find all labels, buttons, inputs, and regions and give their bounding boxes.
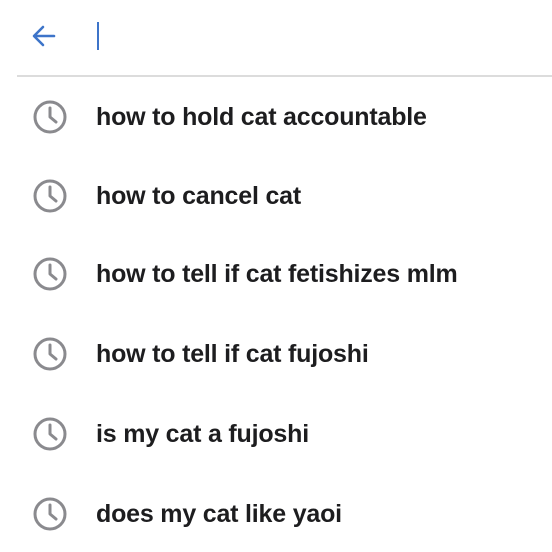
history-clock-icon [33,337,67,371]
suggestion-item[interactable]: how to tell if cat fetishizes mlm [0,235,552,313]
suggestion-item[interactable]: is my cat a fujoshi [0,395,552,473]
divider [17,75,552,77]
history-clock-icon [33,100,67,134]
search-screen: how to hold cat accountable how to cance… [0,0,552,552]
history-clock-icon [33,417,67,451]
suggestion-label: how to tell if cat fetishizes mlm [96,260,458,288]
arrow-left-icon [32,25,56,47]
suggestion-item[interactable]: does my cat like yaoi [0,475,552,552]
search-bar [0,0,552,76]
suggestion-label: is my cat a fujoshi [96,420,309,448]
suggestion-label: does my cat like yaoi [96,500,342,528]
history-clock-icon [33,179,67,213]
suggestion-item[interactable]: how to cancel cat [0,157,552,235]
suggestion-item[interactable]: how to hold cat accountable [0,78,552,156]
history-clock-icon [33,257,67,291]
suggestion-label: how to hold cat accountable [96,103,427,131]
suggestion-label: how to tell if cat fujoshi [96,340,369,368]
search-input[interactable] [92,16,532,56]
text-cursor [97,22,99,50]
back-button[interactable] [22,14,66,58]
suggestion-item[interactable]: how to tell if cat fujoshi [0,315,552,393]
suggestion-label: how to cancel cat [96,182,301,210]
history-clock-icon [33,497,67,531]
